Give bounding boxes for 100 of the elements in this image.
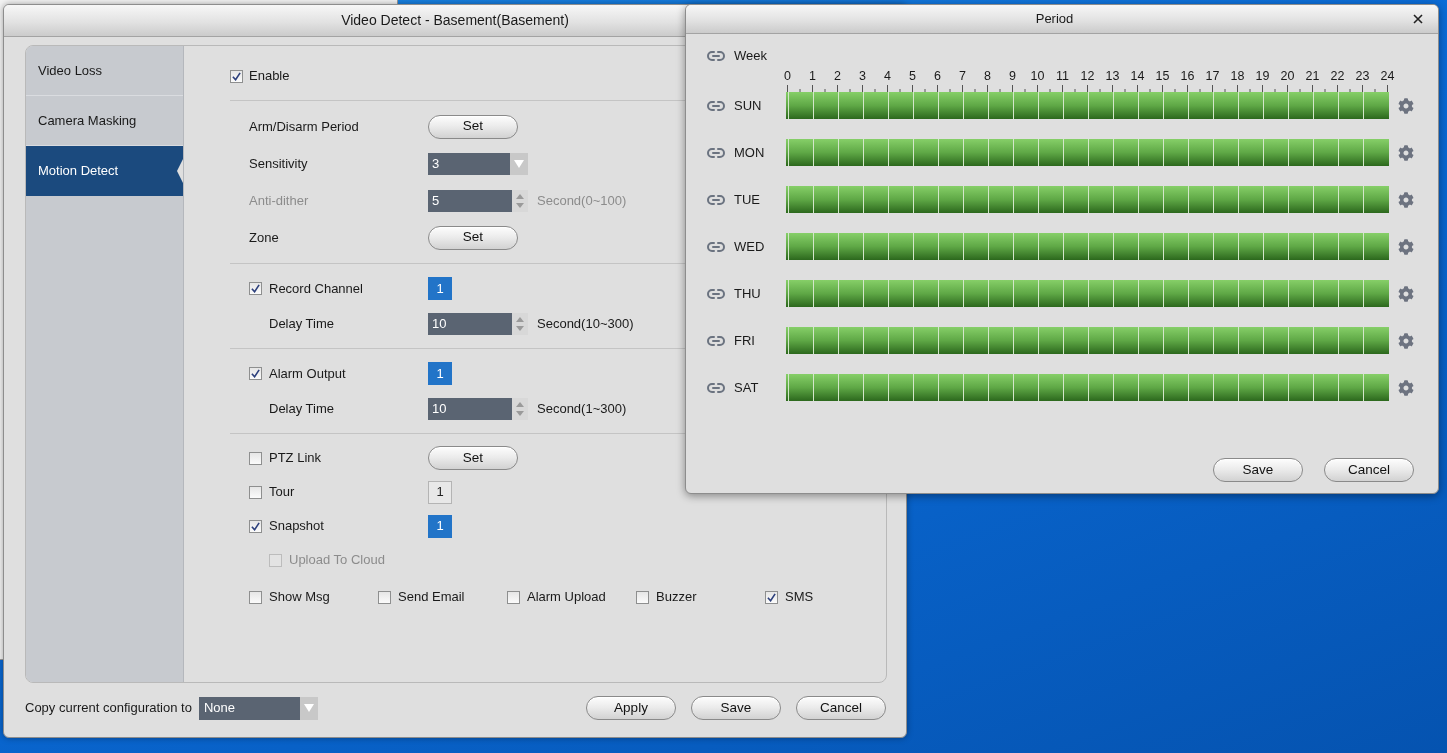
caret-up-icon[interactable] [516, 401, 524, 407]
number-field[interactable]: 10 [428, 397, 528, 420]
unit-label: Second(1~300) [537, 399, 627, 418]
hour-label: 4 [884, 68, 891, 84]
caret-up-icon[interactable] [516, 193, 524, 199]
number-field[interactable]: 10 [428, 312, 528, 335]
set-button[interactable]: Set [428, 225, 518, 250]
close-icon[interactable] [1413, 14, 1423, 24]
checkbox-label: Record Channel [269, 279, 363, 298]
checkbox[interactable] [249, 485, 262, 499]
cancel-button[interactable]: Cancel [1324, 458, 1414, 482]
tick-icon [251, 369, 260, 378]
channel-button[interactable]: 1 [428, 514, 452, 538]
checkbox[interactable] [249, 367, 262, 380]
caret-down-icon[interactable] [516, 202, 524, 208]
schedule-bar[interactable] [786, 92, 1389, 119]
checkbox[interactable] [765, 590, 778, 604]
link-icon[interactable] [707, 147, 725, 158]
setting-label: Zone [249, 228, 279, 247]
caret-down-icon [303, 704, 314, 712]
day-label: THU [734, 284, 761, 303]
checkbox-label: Upload To Cloud [289, 551, 385, 570]
link-icon[interactable] [707, 335, 725, 346]
hour-label: 7 [959, 68, 966, 84]
hour-label: 16 [1180, 68, 1195, 84]
hour-label: 15 [1155, 68, 1170, 84]
checkbox[interactable] [507, 590, 520, 604]
hour-label: 2 [834, 68, 841, 84]
gear-icon[interactable] [1398, 379, 1414, 396]
link-icon[interactable] [707, 51, 725, 61]
day-label: SAT [734, 378, 759, 397]
notch-icon [177, 159, 183, 183]
setting-label: Arm/Disarm Period [249, 117, 359, 136]
checkbox[interactable] [249, 282, 262, 295]
checkbox[interactable] [636, 590, 649, 604]
day-label: MON [734, 143, 765, 162]
save-button[interactable]: Save [1213, 458, 1303, 482]
schedule-bar[interactable] [786, 139, 1389, 166]
channel-button[interactable]: 1 [428, 277, 452, 300]
channel-button[interactable]: 1 [428, 362, 452, 385]
hour-label: 20 [1280, 68, 1295, 84]
set-button[interactable]: Set [428, 114, 518, 139]
apply-button[interactable]: Apply [586, 696, 676, 720]
checkbox-label: Enable [249, 67, 290, 86]
gear-icon[interactable] [1398, 191, 1414, 208]
day-label: SUN [734, 96, 762, 115]
link-icon[interactable] [707, 194, 725, 205]
link-icon[interactable] [707, 382, 725, 393]
sidebar-item[interactable]: Motion Detect [26, 146, 183, 196]
link-icon[interactable] [707, 100, 725, 111]
hour-label: 24 [1380, 68, 1395, 84]
caret-down-icon [514, 159, 524, 168]
hour-label: 12 [1080, 68, 1095, 84]
window-title: Period [1035, 10, 1074, 29]
caret-down-icon[interactable] [516, 325, 524, 331]
checkbox-label: Send Email [398, 588, 465, 607]
hour-label: 22 [1330, 68, 1345, 84]
dropdown[interactable]: 3 [428, 152, 528, 175]
schedule-bar[interactable] [786, 327, 1389, 354]
sidebar-item[interactable]: Video Loss [26, 46, 183, 96]
hour-label: 0 [784, 68, 791, 84]
setting-label: Delay Time [269, 314, 335, 333]
hour-label: 17 [1205, 68, 1220, 84]
hour-label: 10 [1030, 68, 1045, 84]
checkbox[interactable] [249, 590, 262, 604]
schedule-bar[interactable] [786, 186, 1389, 213]
day-label: WED [734, 237, 765, 256]
checkbox[interactable] [249, 451, 262, 465]
schedule-bar[interactable] [786, 233, 1389, 260]
gear-icon[interactable] [1398, 238, 1414, 255]
cancel-button[interactable]: Cancel [796, 696, 886, 720]
hour-label: 13 [1105, 68, 1120, 84]
tick-icon [251, 284, 260, 293]
caret-down-icon[interactable] [516, 410, 524, 416]
checkbox-label: PTZ Link [269, 449, 321, 468]
day-label: TUE [734, 190, 760, 209]
set-button[interactable]: Set [428, 446, 518, 470]
checkbox[interactable] [249, 519, 262, 533]
checkbox[interactable] [378, 590, 391, 604]
schedule-bar[interactable] [786, 374, 1389, 401]
setting-label: Sensitivity [249, 154, 308, 173]
checkbox[interactable] [230, 69, 243, 83]
save-button[interactable]: Save [691, 696, 781, 720]
gear-icon[interactable] [1398, 144, 1414, 161]
channel-button[interactable]: 1 [428, 480, 452, 504]
checkbox-label: SMS [785, 588, 814, 607]
link-icon[interactable] [707, 288, 725, 299]
gear-icon[interactable] [1398, 97, 1414, 114]
setting-label: Delay Time [269, 399, 335, 418]
hour-label: 8 [984, 68, 991, 84]
gear-icon[interactable] [1398, 332, 1414, 349]
schedule-bar[interactable] [786, 280, 1389, 307]
gear-icon[interactable] [1398, 285, 1414, 302]
day-label: FRI [734, 331, 755, 350]
checkbox-label: Snapshot [269, 517, 324, 536]
link-icon[interactable] [707, 241, 725, 252]
hour-label: 11 [1056, 68, 1069, 84]
dropdown[interactable]: None [198, 696, 318, 720]
hour-label: 23 [1355, 68, 1370, 84]
caret-up-icon[interactable] [516, 316, 524, 322]
